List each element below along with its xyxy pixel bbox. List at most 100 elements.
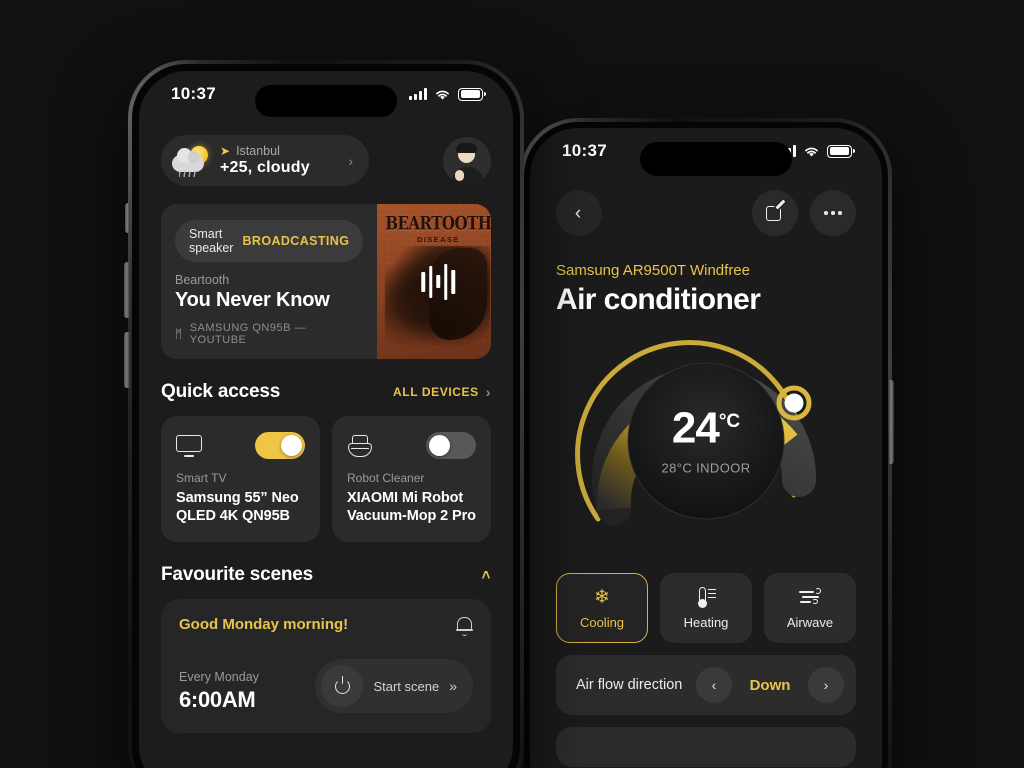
airflow-next-button[interactable]: › [808, 667, 844, 703]
player-track-title: You Never Know [175, 289, 363, 312]
mode-heating[interactable]: Heating [660, 573, 752, 643]
airflow-stepper: ‹ Down › [696, 667, 844, 703]
device-card-top [176, 432, 305, 459]
right-phone-screen: 10:37 ‹ [530, 128, 882, 768]
dial-indoor-temperature: 28°C INDOOR [611, 461, 801, 476]
left-phone-silent-switch[interactable] [125, 203, 130, 233]
scene-card-bottom: Every Monday 6:00AM Start scene » [179, 659, 473, 713]
battery-icon [458, 88, 483, 101]
right-phone-device: 10:37 ‹ [520, 118, 892, 768]
device-type: Smart TV [176, 471, 305, 485]
mode-selector: ❄ Cooling Heating Airwave [556, 573, 856, 643]
left-phone-volume-up-button[interactable] [124, 262, 130, 318]
right-top-nav: ‹ [556, 190, 856, 236]
collapse-scenes-button[interactable]: ˄ [482, 567, 491, 584]
album-subtitle: DISEASE [377, 235, 491, 244]
player-artist: Beartooth [175, 273, 363, 287]
chevron-left-icon: ‹ [575, 204, 581, 223]
wind-icon [799, 586, 822, 608]
mode-heating-label: Heating [684, 615, 729, 630]
start-scene-button[interactable]: Start scene » [315, 659, 473, 713]
device-toggle-robot-cleaner[interactable] [426, 432, 476, 459]
track-block: Beartooth You Never Know [175, 273, 363, 312]
right-nav-actions [752, 190, 856, 236]
right-status-time: 10:37 [562, 141, 607, 161]
broadcast-status-pill: Smart speaker BROADCASTING [175, 220, 363, 262]
device-card-robot-cleaner[interactable]: Robot Cleaner XIAOMI Mi Robot Vacuum-Mop… [332, 416, 491, 542]
dial-temp-value: 24 [672, 404, 719, 453]
power-icon [321, 665, 363, 707]
left-screen-content: ➤ Istanbul +25, cloudy › Sm [139, 117, 513, 768]
player-source-row: ᛗ SAMSUNG QN95B — YOUTUBE [175, 322, 363, 346]
left-phone-screen: 10:37 [139, 71, 513, 768]
device-name: Samsung 55” Neo QLED 4K QN95B [176, 489, 305, 526]
weather-widget[interactable]: ➤ Istanbul +25, cloudy › [161, 135, 369, 186]
robot-vacuum-icon [347, 435, 373, 457]
right-screen-content: ‹ Samsung AR9500T Windfree Air condition… [530, 174, 882, 768]
avatar[interactable] [443, 137, 491, 185]
scene-time: 6:00AM [179, 687, 259, 713]
edit-pencil-icon [766, 204, 785, 223]
player-status-badge: BROADCASTING [242, 234, 349, 248]
quick-access-title: Quick access [161, 381, 280, 403]
device-card-text: Smart TV Samsung 55” Neo QLED 4K QN95B [176, 471, 305, 526]
dial-readout: 24°C 28°C INDOOR [611, 407, 801, 476]
next-setting-row-partial[interactable] [556, 727, 856, 767]
all-devices-label: ALL DEVICES [393, 385, 479, 399]
wifi-icon [803, 145, 820, 158]
device-name: XIAOMI Mi Robot Vacuum-Mop 2 Pro [347, 489, 476, 526]
signal-bars-icon [409, 88, 427, 100]
home-top-bar: ➤ Istanbul +25, cloudy › [161, 135, 491, 186]
mode-airwave-label: Airwave [787, 615, 833, 630]
left-status-icons [409, 88, 483, 101]
mode-cooling[interactable]: ❄ Cooling [556, 573, 648, 643]
dial-temp-unit: °C [719, 411, 740, 432]
scene-schedule: Every Monday 6:00AM [179, 670, 259, 713]
quick-access-header: Quick access ALL DEVICES › [161, 381, 491, 403]
scene-card-top: Good Monday morning! [179, 616, 473, 635]
favourite-scenes-header: Favourite scenes ˄ [161, 564, 491, 586]
media-player-info: Smart speaker BROADCASTING Beartooth You… [161, 204, 377, 359]
all-devices-link[interactable]: ALL DEVICES › [393, 384, 491, 400]
double-chevron-icon: » [449, 678, 455, 694]
bell-icon[interactable] [456, 616, 473, 635]
favourite-scenes-title: Favourite scenes [161, 564, 313, 586]
airflow-value: Down [742, 677, 798, 694]
left-phone-volume-down-button[interactable] [124, 332, 130, 388]
album-title: BEARTOOTH [377, 212, 491, 235]
thermometer-icon [696, 586, 716, 608]
player-source: SAMSUNG QN95B — YOUTUBE [190, 322, 364, 346]
location-pin-icon: ➤ [220, 144, 230, 158]
device-card-smart-tv[interactable]: Smart TV Samsung 55” Neo QLED 4K QN95B [161, 416, 320, 542]
quick-access-list: Smart TV Samsung 55” Neo QLED 4K QN95B R… [161, 416, 491, 542]
weather-location: Istanbul [236, 144, 280, 159]
airflow-label: Air flow direction [576, 677, 682, 693]
right-dynamic-island [640, 142, 792, 176]
screenshot-stage: 10:37 ‹ [0, 0, 1024, 768]
snowflake-icon: ❄ [594, 586, 610, 608]
more-options-button[interactable] [810, 190, 856, 236]
bluetooth-icon: ᛗ [175, 327, 183, 341]
temperature-dial[interactable]: 24°C 28°C INDOOR [556, 323, 856, 559]
right-phone-power-button[interactable] [889, 380, 894, 464]
airflow-direction-row: Air flow direction ‹ Down › [556, 655, 856, 715]
scene-card[interactable]: Good Monday morning! Every Monday 6:00AM… [161, 599, 491, 733]
device-subtitle: Samsung AR9500T Windfree [556, 262, 856, 279]
device-toggle-smart-tv[interactable] [255, 432, 305, 459]
airflow-prev-button[interactable]: ‹ [696, 667, 732, 703]
device-card-top [347, 432, 476, 459]
tv-icon [176, 435, 202, 457]
battery-icon [827, 145, 852, 158]
back-button[interactable]: ‹ [556, 190, 602, 236]
weather-location-row: ➤ Istanbul [220, 144, 332, 159]
device-card-text: Robot Cleaner XIAOMI Mi Robot Vacuum-Mop… [347, 471, 476, 526]
more-dots-icon [824, 211, 842, 215]
scene-title: Good Monday morning! [179, 616, 348, 633]
left-status-time: 10:37 [171, 84, 216, 104]
scene-repeat: Every Monday [179, 670, 259, 684]
edit-button[interactable] [752, 190, 798, 236]
player-device-name: Smart speaker [189, 227, 233, 255]
media-player-card[interactable]: Smart speaker BROADCASTING Beartooth You… [161, 204, 491, 359]
device-title: Air conditioner [556, 283, 856, 317]
mode-airwave[interactable]: Airwave [764, 573, 856, 643]
